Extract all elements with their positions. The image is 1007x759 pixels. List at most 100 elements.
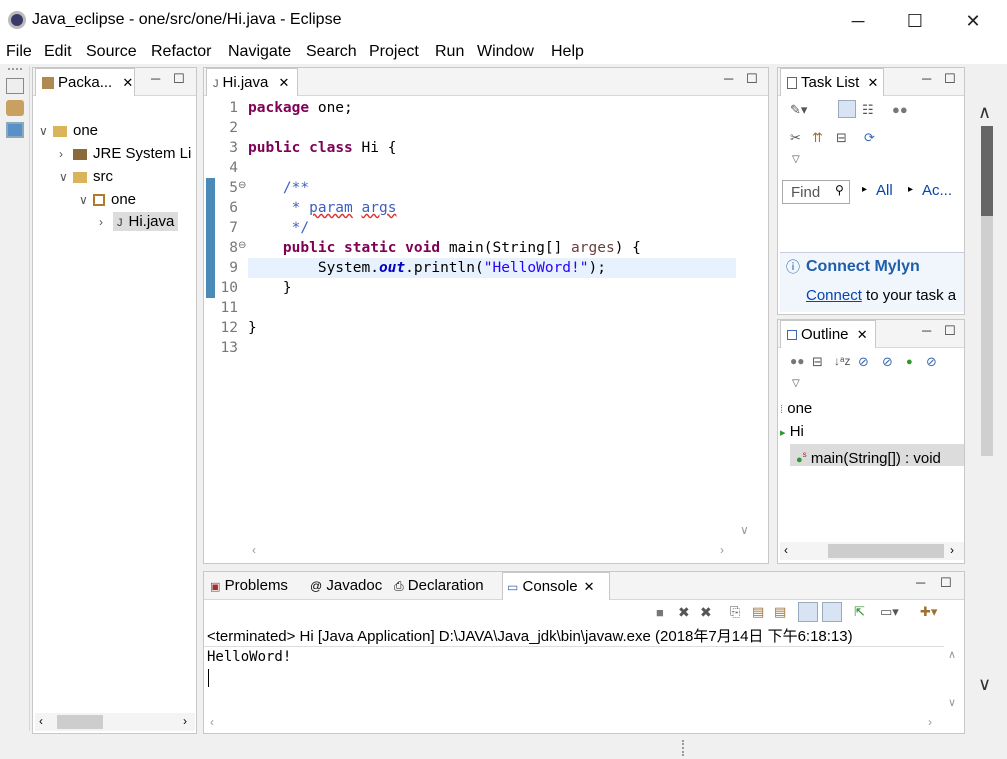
- display-console-icon[interactable]: ▭▾: [880, 604, 899, 620]
- menu-window[interactable]: Window: [477, 43, 534, 61]
- minimize-icon[interactable]: ─: [922, 71, 931, 86]
- hide-local-icon[interactable]: ⊘: [926, 354, 937, 370]
- code-area[interactable]: 1 2 3 4 5 6 7 8 9 10 11 12 13 ⊖ ⊖ packag…: [204, 98, 768, 538]
- chevron-down-icon[interactable]: ∨: [79, 193, 93, 207]
- tab-problems[interactable]: ▣ Problems: [206, 572, 302, 600]
- menu-search[interactable]: Search: [306, 43, 357, 61]
- package-explorer-icon[interactable]: [6, 122, 24, 138]
- console-output[interactable]: HelloWord!: [204, 646, 944, 714]
- window-scrollbar[interactable]: ∧ ∨: [970, 96, 1004, 702]
- categorized-icon[interactable]: [838, 100, 856, 118]
- collapse-all-icon[interactable]: ⊟: [812, 354, 823, 370]
- menu-help[interactable]: Help: [551, 43, 584, 61]
- all-link[interactable]: All: [876, 182, 893, 199]
- sync-icon[interactable]: ⟳: [864, 130, 875, 146]
- connect-link[interactable]: Connect: [806, 287, 862, 304]
- maximize-button[interactable]: ☐: [900, 8, 930, 34]
- minimize-icon[interactable]: ─: [916, 575, 925, 590]
- menu-edit[interactable]: Edit: [44, 43, 72, 61]
- tab-console[interactable]: ▭ Console ✕: [502, 572, 610, 600]
- restore-icon[interactable]: [6, 78, 24, 94]
- focus-icon[interactable]: ●●: [892, 102, 908, 117]
- tab-javadoc[interactable]: @ Javadoc: [306, 572, 390, 600]
- tree-item-hi-java[interactable]: › J Hi.java: [99, 212, 179, 231]
- scroll-thumb[interactable]: [828, 544, 944, 558]
- open-console-icon[interactable]: ✚▾: [920, 604, 937, 620]
- terminate-icon[interactable]: ■: [656, 605, 664, 620]
- menu-source[interactable]: Source: [86, 43, 137, 61]
- scroll-thumb[interactable]: [57, 715, 103, 729]
- tab-outline[interactable]: Outline ✕: [780, 320, 876, 348]
- public-members-icon[interactable]: ●: [906, 356, 913, 368]
- drag-handle-icon[interactable]: [8, 68, 22, 72]
- menu-navigate[interactable]: Navigate: [228, 43, 291, 61]
- maximize-icon[interactable]: ☐: [944, 323, 956, 339]
- fold-icon[interactable]: ⊖: [238, 240, 246, 251]
- show-stderr-icon[interactable]: [822, 602, 842, 622]
- collapse-icon[interactable]: ⇈: [812, 130, 823, 146]
- menu-file[interactable]: File: [6, 43, 32, 61]
- scheduled-icon[interactable]: ☷: [862, 102, 874, 118]
- menu-refactor[interactable]: Refactor: [151, 43, 211, 61]
- chevron-down-icon[interactable]: ▽: [792, 154, 800, 165]
- minimize-button[interactable]: ─: [843, 8, 873, 34]
- close-tab-icon[interactable]: ✕: [584, 579, 595, 594]
- find-input[interactable]: Find ⚲: [782, 180, 850, 204]
- minimize-icon[interactable]: ─: [724, 71, 733, 86]
- remove-all-icon[interactable]: ✖: [700, 604, 712, 621]
- scroll-lock-icon[interactable]: ▤: [752, 604, 764, 620]
- minimize-icon[interactable]: ─: [922, 323, 931, 338]
- chevron-down-icon[interactable]: ∨: [39, 124, 53, 138]
- show-stdout-icon[interactable]: [798, 602, 818, 622]
- tab-task-list[interactable]: Task List ✕: [780, 68, 884, 96]
- tree-item-project[interactable]: ∨ one: [39, 122, 98, 139]
- word-wrap-icon[interactable]: ▤: [774, 604, 786, 620]
- menu-run[interactable]: Run: [435, 43, 464, 61]
- chevron-right-icon[interactable]: ›: [99, 215, 113, 229]
- vertical-scrollbar[interactable]: ∨: [736, 98, 754, 542]
- status-drag-handle[interactable]: [682, 740, 686, 756]
- tab-package-explorer[interactable]: Packa... ✕: [35, 68, 135, 96]
- tree-item-package[interactable]: ∨ one: [79, 191, 136, 208]
- close-tab-icon[interactable]: ✕: [857, 327, 868, 342]
- chevron-right-icon[interactable]: ›: [928, 715, 932, 729]
- tab-hi-java[interactable]: J Hi.java ✕: [206, 68, 298, 96]
- list-icon[interactable]: ⊟: [836, 130, 847, 146]
- maximize-icon[interactable]: ☐: [944, 71, 956, 87]
- chevron-up-icon[interactable]: ∧: [948, 648, 956, 661]
- chevron-right-icon[interactable]: ›: [183, 714, 187, 728]
- close-button[interactable]: ✕: [958, 8, 988, 34]
- close-tab-icon[interactable]: ✕: [279, 75, 290, 90]
- vertical-scrollbar[interactable]: ∧ ∨: [944, 646, 962, 714]
- menu-project[interactable]: Project: [369, 43, 419, 61]
- chevron-down-icon[interactable]: ∨: [978, 674, 991, 695]
- fold-icon[interactable]: ⊖: [238, 180, 246, 191]
- clear-console-icon[interactable]: ⎘: [730, 604, 740, 620]
- tree-item-src[interactable]: ∨ src: [59, 168, 113, 185]
- chevron-right-icon[interactable]: ›: [59, 147, 73, 161]
- outline-item-package[interactable]: ⁞ one: [780, 400, 812, 417]
- minimize-icon[interactable]: ─: [151, 71, 160, 86]
- scroll-thumb[interactable]: [981, 126, 993, 216]
- chevron-left-icon[interactable]: ‹: [252, 543, 256, 557]
- remove-launch-icon[interactable]: ✖: [678, 604, 690, 621]
- chevron-down-icon[interactable]: ∨: [948, 696, 956, 709]
- chevron-down-icon[interactable]: ∨: [59, 170, 73, 184]
- hierarchy-icon[interactable]: [6, 100, 24, 116]
- activate-link[interactable]: Ac...: [922, 182, 952, 199]
- horizontal-scrollbar[interactable]: ‹ ›: [248, 542, 736, 560]
- chevron-down-icon[interactable]: ∨: [740, 523, 749, 537]
- chevron-left-icon[interactable]: ‹: [210, 715, 214, 729]
- sort-icon[interactable]: ↓ᵃz: [834, 354, 850, 368]
- horizontal-scrollbar[interactable]: ‹ ›: [204, 714, 944, 732]
- focus-icon[interactable]: ●●: [790, 354, 805, 368]
- close-tab-icon[interactable]: ✕: [122, 75, 133, 90]
- tree-item-jre[interactable]: › JRE System Li: [59, 145, 191, 162]
- chevron-right-icon[interactable]: ›: [950, 543, 954, 557]
- hide-fields-icon[interactable]: ⊘: [858, 354, 869, 370]
- pin-console-icon[interactable]: ⇱: [854, 604, 865, 620]
- new-task-icon[interactable]: ✎▾: [790, 102, 807, 118]
- chevron-left-icon[interactable]: ‹: [39, 714, 43, 728]
- chevron-right-icon[interactable]: ›: [720, 543, 724, 557]
- chevron-up-icon[interactable]: ∧: [978, 102, 991, 123]
